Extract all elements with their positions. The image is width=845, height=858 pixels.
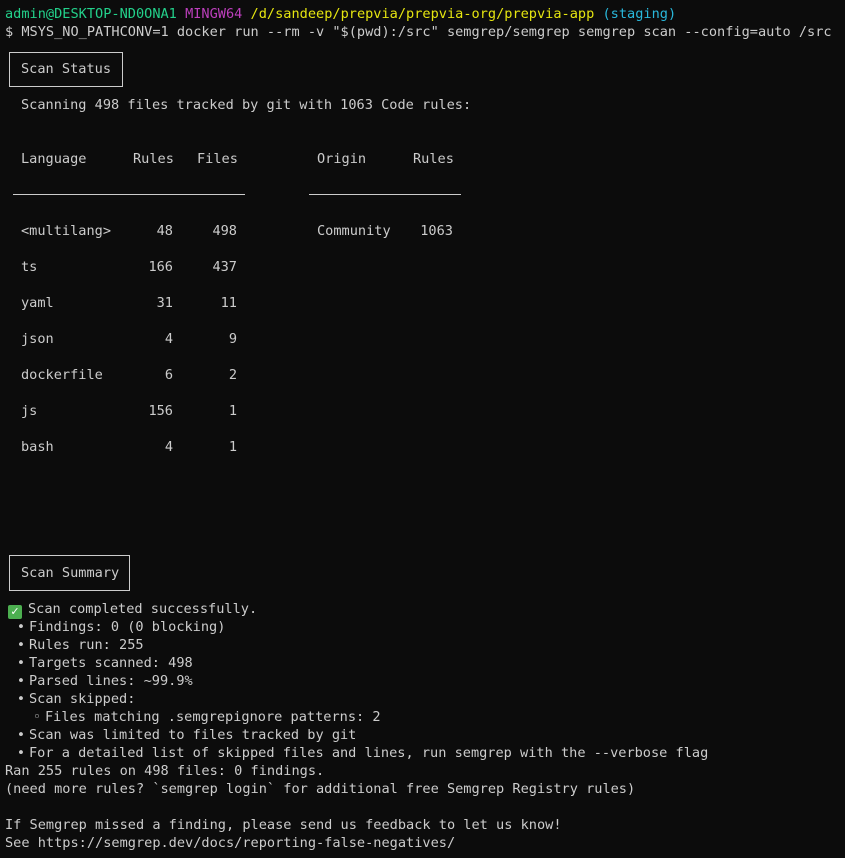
lang-name: ts bbox=[21, 259, 38, 275]
lang-rules: 156 bbox=[148, 403, 173, 419]
summary-bullet-text: Parsed lines: ~99.9% bbox=[29, 673, 193, 689]
origin-rules: 1063 bbox=[420, 223, 453, 239]
scan-completed-text: Scan completed successfully. bbox=[28, 601, 258, 617]
bullet-icon: • bbox=[16, 655, 26, 671]
bullet-icon: • bbox=[16, 745, 26, 761]
summary-bullet-text: Targets scanned: 498 bbox=[29, 655, 193, 671]
feedback-line: If Semgrep missed a finding, please send… bbox=[5, 817, 562, 833]
scan-summary-title: Scan Summary bbox=[21, 565, 120, 581]
summary-bullet: • Targets scanned: 498 bbox=[13, 654, 193, 672]
prompt-line: admin@DESKTOP-ND0ONA1 MINGW64 /d/sandeep… bbox=[5, 5, 676, 23]
bullet-icon: • bbox=[16, 637, 26, 653]
origin-header-origin: Origin bbox=[317, 151, 367, 167]
origin-table-divider bbox=[309, 194, 461, 195]
bullet-icon: • bbox=[16, 691, 26, 707]
ran-summary-line: Ran 255 rules on 498 files: 0 findings. bbox=[5, 763, 325, 779]
lang-header-files: Files bbox=[197, 151, 238, 167]
lang-name: js bbox=[21, 403, 38, 419]
summary-bullet-text: Findings: 0 (0 blocking) bbox=[29, 619, 226, 635]
summary-bullet: • Scan was limited to files tracked by gi… bbox=[13, 726, 356, 744]
summary-bullet: • For a detailed list of skipped files an… bbox=[13, 744, 708, 762]
summary-bullet: • Findings: 0 (0 blocking) bbox=[13, 618, 226, 636]
lang-rules: 6 bbox=[164, 367, 173, 383]
lang-files: 9 bbox=[228, 331, 237, 347]
prompt-shell: MINGW64 bbox=[185, 6, 243, 22]
lang-files: 11 bbox=[220, 295, 237, 311]
summary-bullet-text: Rules run: 255 bbox=[29, 637, 144, 653]
lang-name: bash bbox=[21, 439, 54, 455]
lang-rules: 4 bbox=[164, 439, 173, 455]
lang-files: 498 bbox=[212, 223, 237, 239]
bullet-icon: • bbox=[16, 727, 26, 743]
lang-name: <multilang> bbox=[21, 223, 112, 239]
prompt-user-host: admin@DESKTOP-ND0ONA1 bbox=[5, 6, 177, 22]
bullet-icon: • bbox=[16, 619, 26, 635]
lang-name: json bbox=[21, 331, 54, 347]
lang-rules: 48 bbox=[156, 223, 173, 239]
summary-sub-bullet: ◦ Files matching .semgrepignore patterns:… bbox=[29, 708, 381, 726]
lang-name: yaml bbox=[21, 295, 54, 311]
summary-bullet: • Parsed lines: ~99.9% bbox=[13, 672, 193, 690]
lang-header-language: Language bbox=[21, 151, 87, 167]
lang-files: 1 bbox=[228, 403, 237, 419]
lang-rules: 166 bbox=[148, 259, 173, 275]
lang-files: 2 bbox=[228, 367, 237, 383]
summary-bullet: • Scan skipped: bbox=[13, 690, 136, 708]
scan-completed-line: ✓ Scan completed successfully. bbox=[8, 600, 257, 619]
lang-rules: 31 bbox=[156, 295, 173, 311]
origin-header-rules: Rules bbox=[413, 151, 454, 167]
origin-name: Community bbox=[317, 223, 391, 239]
lang-rules: 4 bbox=[164, 331, 173, 347]
lang-files: 1 bbox=[228, 439, 237, 455]
check-mark-icon: ✓ bbox=[8, 605, 22, 619]
summary-bullet: • Rules run: 255 bbox=[13, 636, 144, 654]
prompt-branch: (staging) bbox=[602, 6, 677, 22]
command-line[interactable]: $ MSYS_NO_PATHCONV=1 docker run --rm -v … bbox=[5, 23, 832, 41]
docs-link-line[interactable]: See https://semgrep.dev/docs/reporting-f… bbox=[5, 834, 455, 852]
summary-bullet-text: Scan skipped: bbox=[29, 691, 136, 707]
lang-files: 437 bbox=[212, 259, 237, 275]
lang-name: dockerfile bbox=[21, 367, 103, 383]
scan-status-intro: Scanning 498 files tracked by git with 1… bbox=[21, 97, 472, 113]
lang-table-divider bbox=[13, 194, 245, 195]
bullet-icon: • bbox=[16, 673, 26, 689]
lang-header-rules: Rules bbox=[133, 151, 174, 167]
summary-bullet-text: For a detailed list of skipped files and… bbox=[29, 745, 709, 761]
need-more-rules-line: (need more rules? `semgrep login` for ad… bbox=[5, 781, 636, 797]
scan-status-title: Scan Status bbox=[21, 61, 112, 77]
hollow-bullet-icon: ◦ bbox=[32, 709, 42, 725]
summary-sub-bullet-text: Files matching .semgrepignore patterns: … bbox=[45, 709, 381, 725]
summary-bullet-text: Scan was limited to files tracked by git bbox=[29, 727, 357, 743]
prompt-path: /d/sandeep/prepvia/prepvia-org/prepvia-a… bbox=[250, 6, 595, 22]
